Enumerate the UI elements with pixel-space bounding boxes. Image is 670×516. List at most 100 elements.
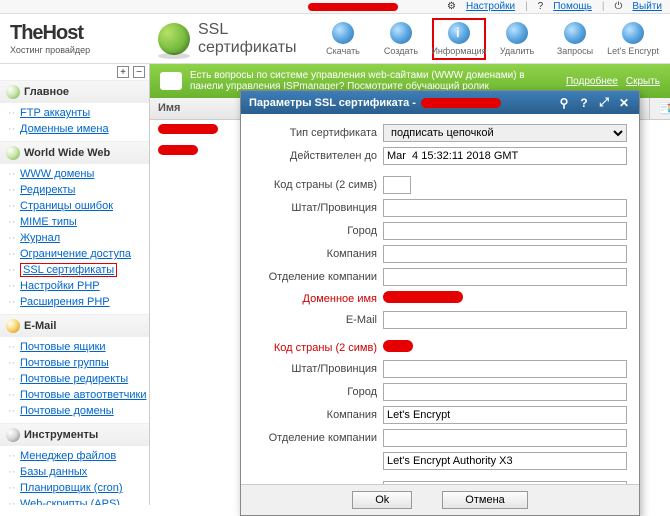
sidebar-item[interactable]: Ограничение доступа [4,246,149,262]
sidebar-group-head[interactable]: World Wide Web [0,142,149,164]
toolbar-label: Скачать [326,46,360,56]
banner-text: Есть вопросы по системе управления web-с… [190,70,558,92]
sidebar-link[interactable]: Редиректы [20,184,75,196]
sidebar-item[interactable]: Доменные имена [4,121,149,137]
logo: TheHost Хостинг провайдер [10,22,150,55]
sidebar-link[interactable]: Почтовые редиректы [20,373,128,385]
col-tools[interactable]: 📑 [650,98,670,119]
sidebar-item[interactable]: Почтовые группы [4,355,149,371]
group-title: World Wide Web [24,147,110,159]
sidebar-link[interactable]: Web-скрипты (APS) [20,498,120,505]
email-input-2[interactable] [383,481,627,484]
sidebar-link[interactable]: WWW домены [20,168,94,180]
sidebar-item[interactable]: Базы данных [4,464,149,480]
sidebar-link[interactable]: Почтовые автоответчики [20,389,146,401]
country-input[interactable] [383,176,411,194]
label-state2: Штат/Провинция [253,363,383,375]
sidebar-link[interactable]: Почтовые группы [20,357,109,369]
sidebar-item[interactable]: MIME типы [4,214,149,230]
sidebar-item[interactable]: Расширения PHP [4,294,149,310]
sidebar-minus-icon[interactable]: − [133,66,145,78]
logout-link[interactable]: Выйти [632,1,662,12]
cancel-button[interactable]: Отмена [442,491,527,509]
redacted-user [308,3,398,11]
sidebar-item[interactable]: WWW домены [4,166,149,182]
expand-icon[interactable]: ⤢ [597,95,611,110]
sidebar-link[interactable]: FTP аккаунты [20,107,90,119]
toolbar-запросы[interactable]: Запросы [548,18,602,60]
sidebar-item[interactable]: Почтовые редиректы [4,371,149,387]
sidebar-item[interactable]: Страницы ошибок [4,198,149,214]
toolbar-icon [332,22,354,44]
help-icon[interactable]: ? [577,96,591,110]
label-domain: Доменное имя [253,293,383,305]
settings-link[interactable]: Настройки [466,1,515,12]
group-icon [6,85,20,99]
sidebar-group-head[interactable]: Инструменты [0,424,149,446]
dept-input-3[interactable] [383,452,627,470]
email-input[interactable] [383,311,627,329]
toolbar-информация[interactable]: Информация [432,18,486,60]
state-input-2[interactable] [383,360,627,378]
toolbar-icon [506,22,528,44]
sidebar-item[interactable]: SSL сертификаты [4,262,149,278]
globe-icon [158,23,190,55]
sidebar-link[interactable]: Почтовые домены [20,405,114,417]
toolbar-label: Let's Encrypt [607,46,659,56]
sidebar-group-head[interactable]: E-Mail [0,315,149,337]
banner-hide-link[interactable]: Скрыть [626,76,660,87]
toolbar-удалить[interactable]: Удалить [490,18,544,60]
sidebar-link[interactable]: Расширения PHP [20,296,110,308]
sidebar-link[interactable]: Почтовые ящики [20,341,106,353]
top-bar: ⚙ Настройки | ? Помощь | ⏻ Выйти [0,0,670,14]
redacted-cell [158,124,218,134]
sidebar-link[interactable]: MIME типы [20,216,77,228]
pin-icon[interactable]: ⚲ [557,96,571,110]
toolbar-label: Создать [384,46,418,56]
sidebar-plus-icon[interactable]: + [117,66,129,78]
label-company2: Компания [253,409,383,421]
toolbar-let's encrypt[interactable]: Let's Encrypt [606,18,660,60]
city-input-2[interactable] [383,383,627,401]
ok-button[interactable]: Ok [352,491,412,509]
modal-title-bar[interactable]: Параметры SSL сертификата - ⚲ ? ⤢ ✕ [241,91,639,114]
toolbar-создать[interactable]: Создать [374,18,428,60]
page-title: SSL сертификаты [198,21,308,57]
sidebar-item[interactable]: Менеджер файлов [4,448,149,464]
sidebar-item[interactable]: Планировщик (cron) [4,480,149,496]
sidebar-link[interactable]: Менеджер файлов [20,450,116,462]
close-icon[interactable]: ✕ [617,96,631,110]
company-input-2[interactable] [383,406,627,424]
sidebar-item[interactable]: Редиректы [4,182,149,198]
settings-icon: ⚙ [447,1,456,12]
sidebar-link[interactable]: Базы данных [20,466,87,478]
sidebar-item[interactable]: Почтовые домены [4,403,149,419]
state-input[interactable] [383,199,627,217]
sidebar-item[interactable]: Почтовые автоответчики [4,387,149,403]
sidebar-link[interactable]: Планировщик (cron) [20,482,123,494]
sidebar-link[interactable]: SSL сертификаты [20,263,117,277]
help-link[interactable]: Помощь [553,1,592,12]
sidebar-link[interactable]: Настройки PHP [20,280,100,292]
main: Есть вопросы по системе управления web-с… [150,64,670,505]
header: TheHost Хостинг провайдер SSL сертификат… [0,14,670,64]
sidebar-item[interactable]: Настройки PHP [4,278,149,294]
banner-more-link[interactable]: Подробнее [566,76,618,87]
sidebar-item[interactable]: Почтовые ящики [4,339,149,355]
sidebar-item[interactable]: FTP аккаунты [4,105,149,121]
sidebar-link[interactable]: Доменные имена [20,123,109,135]
dept-input-2[interactable] [383,429,627,447]
sidebar-link[interactable]: Журнал [20,232,60,244]
sidebar-item[interactable]: Web-скрипты (APS) [4,496,149,505]
toolbar-скачать[interactable]: Скачать [316,18,370,60]
city-input[interactable] [383,222,627,240]
redacted-title [421,98,501,108]
sidebar-link[interactable]: Страницы ошибок [20,200,113,212]
company-input[interactable] [383,245,627,263]
valid-until-input[interactable] [383,147,627,165]
sidebar-item[interactable]: Журнал [4,230,149,246]
dept-input[interactable] [383,268,627,286]
sidebar-link[interactable]: Ограничение доступа [20,248,131,260]
sidebar-group-head[interactable]: Главное [0,81,149,103]
cert-type-select[interactable]: подписать цепочкой [383,124,627,142]
